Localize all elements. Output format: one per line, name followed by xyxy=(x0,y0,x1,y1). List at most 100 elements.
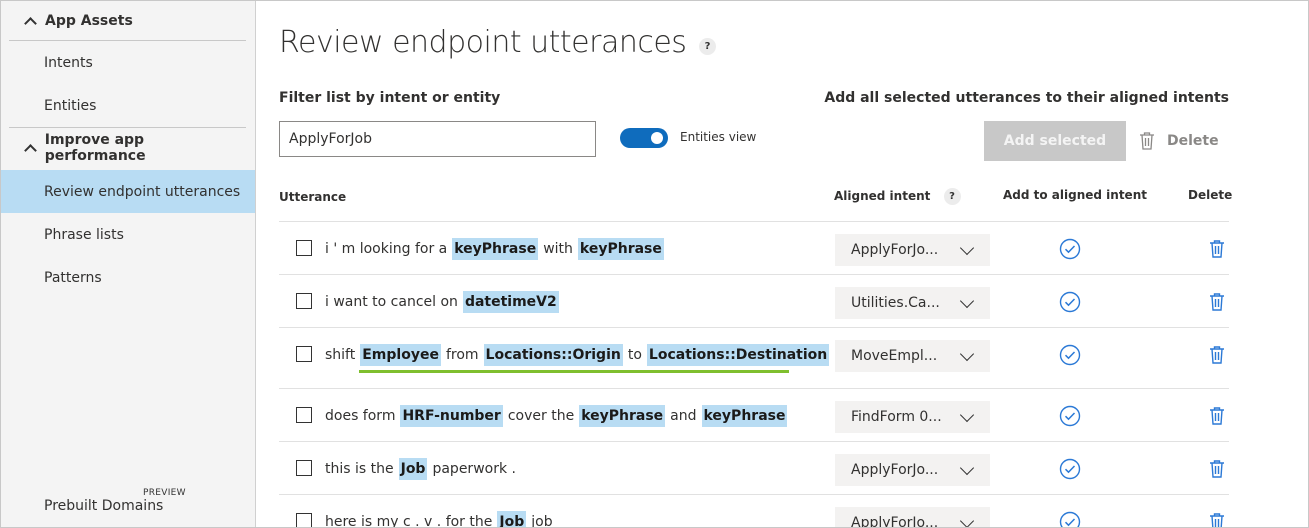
add-to-aligned-intent-check-icon[interactable] xyxy=(1059,344,1081,366)
chevron-down-icon xyxy=(959,346,975,362)
utterance-word: this is the xyxy=(325,461,394,477)
sidebar-item-label: Entities xyxy=(44,97,97,114)
chevron-up-icon xyxy=(23,141,37,155)
filter-input[interactable] xyxy=(279,121,596,157)
utterance-word: from xyxy=(445,347,479,363)
column-header-utterance: Utterance xyxy=(279,190,347,204)
row-checkbox[interactable] xyxy=(296,513,312,527)
aligned-intent-value: Utilities.Ca... xyxy=(851,295,940,311)
sidebar-group-label: App Assets xyxy=(45,13,133,29)
aligned-intent-dropdown[interactable]: FindForm 0... xyxy=(835,401,990,433)
add-to-aligned-intent-check-icon[interactable] xyxy=(1059,291,1081,313)
aligned-intent-dropdown[interactable]: ApplyForJo... xyxy=(835,454,990,486)
utterance-word: and xyxy=(670,408,697,424)
sidebar-group-improve-performance[interactable]: Improve app performance xyxy=(9,128,246,168)
entity-chip[interactable]: Job xyxy=(497,511,527,527)
delete-button[interactable]: Delete xyxy=(1139,131,1219,151)
row-checkbox[interactable] xyxy=(296,293,312,309)
trash-icon[interactable] xyxy=(1209,345,1225,365)
sidebar-item-entities[interactable]: Entities xyxy=(1,84,255,127)
sidebar-item-label: Prebuilt Domains xyxy=(44,497,164,514)
entity-chip[interactable]: keyPhrase xyxy=(577,238,664,260)
table-row: does form HRF-number cover the keyPhrase and… xyxy=(279,388,1229,441)
aligned-intent-value: ApplyForJo... xyxy=(851,242,939,258)
sidebar-item-label: Phrase lists xyxy=(44,226,124,243)
entity-chip[interactable]: Job xyxy=(398,458,428,480)
sidebar-item-label: Patterns xyxy=(44,269,102,286)
aligned-intent-value: ApplyForJo... xyxy=(851,462,939,478)
entity-chip[interactable]: Employee xyxy=(360,344,441,366)
utterance-text: does form HRF-number cover the keyPhrase and… xyxy=(325,403,792,429)
table-row: i ' m looking for a keyPhrase with keyPhras… xyxy=(279,221,1229,274)
entity-chip[interactable]: keyPhrase xyxy=(452,238,539,260)
add-all-label: Add all selected utterances to their ali… xyxy=(824,90,1229,106)
table-row: i want to cancel on datetimeV2 Utilities.C… xyxy=(279,274,1229,327)
sidebar-item-phrase-lists[interactable]: Phrase lists xyxy=(1,213,255,256)
sidebar-group-app-assets[interactable]: App Assets xyxy=(9,1,246,41)
aligned-intent-value: MoveEmpl... xyxy=(851,348,938,364)
pattern-underline xyxy=(359,370,789,373)
utterance-word: cover the xyxy=(507,408,575,424)
aligned-intent-dropdown[interactable]: MoveEmpl... xyxy=(835,340,990,372)
utterance-word: to xyxy=(627,347,642,363)
trash-icon[interactable] xyxy=(1209,406,1225,426)
add-to-aligned-intent-check-icon[interactable] xyxy=(1059,238,1081,260)
filter-label: Filter list by intent or entity xyxy=(279,90,501,106)
column-header-label: Aligned intent xyxy=(834,189,931,203)
add-to-aligned-intent-check-icon[interactable] xyxy=(1059,458,1081,480)
entities-view-toggle[interactable] xyxy=(620,128,668,148)
sidebar-item-label: Review endpoint utterances xyxy=(44,183,241,200)
sidebar-item-prebuilt-domains[interactable]: Prebuilt Domains xyxy=(1,484,255,527)
sidebar: App Assets Intents Entities Improve app … xyxy=(1,1,256,527)
help-icon[interactable]: ? xyxy=(943,188,961,205)
utterance-word: i ' m looking for a xyxy=(325,241,448,257)
sidebar-group-label: Improve app performance xyxy=(44,132,146,164)
add-selected-button[interactable]: Add selected xyxy=(984,121,1126,161)
column-header-aligned-intent: Aligned intent ? xyxy=(834,188,961,205)
trash-icon[interactable] xyxy=(1209,239,1225,259)
toggle-knob xyxy=(651,132,663,144)
delete-label: Delete xyxy=(1167,133,1219,149)
trash-icon[interactable] xyxy=(1209,459,1225,479)
row-checkbox[interactable] xyxy=(296,407,312,423)
table-row: this is the Job paperwork . ApplyForJo... xyxy=(279,441,1229,494)
entity-chip[interactable]: keyPhrase xyxy=(579,405,666,427)
aligned-intent-value: ApplyForJo... xyxy=(851,515,939,528)
page-title: Review endpoint utterances xyxy=(279,25,687,60)
add-to-aligned-intent-check-icon[interactable] xyxy=(1059,511,1081,528)
chevron-down-icon xyxy=(959,460,975,476)
entity-chip[interactable]: HRF-number xyxy=(400,405,503,427)
sidebar-item-review-endpoint-utterances[interactable]: Review endpoint utterances xyxy=(1,170,255,213)
sidebar-item-patterns[interactable]: Patterns xyxy=(1,256,255,299)
row-checkbox[interactable] xyxy=(296,240,312,256)
chevron-down-icon xyxy=(959,293,975,309)
column-header-add-to-aligned-intent: Add to aligned intent xyxy=(1003,188,1147,202)
trash-icon xyxy=(1140,132,1154,150)
utterance-word: does form xyxy=(325,408,396,424)
chevron-down-icon xyxy=(959,513,975,527)
chevron-down-icon xyxy=(959,407,975,423)
utterance-word: i want to cancel on xyxy=(325,294,458,310)
chevron-down-icon xyxy=(959,240,975,256)
utterance-word: here is my c . v . for the xyxy=(325,514,493,528)
chevron-up-icon xyxy=(23,14,37,28)
row-checkbox[interactable] xyxy=(296,346,312,362)
utterance-text: shift Employee from Locations::Origin to Loca… xyxy=(325,342,834,368)
trash-icon[interactable] xyxy=(1209,292,1225,312)
row-checkbox[interactable] xyxy=(296,460,312,476)
entity-chip[interactable]: keyPhrase xyxy=(701,405,788,427)
utterance-word: paperwork . xyxy=(432,461,516,477)
aligned-intent-dropdown[interactable]: Utilities.Ca... xyxy=(835,287,990,319)
entity-chip[interactable]: datetimeV2 xyxy=(462,291,559,313)
entity-chip[interactable]: Locations::Destination xyxy=(646,344,830,366)
app-frame: App Assets Intents Entities Improve app … xyxy=(0,0,1309,528)
main-content: Review endpoint utterances ? Filter list… xyxy=(257,1,1308,528)
aligned-intent-dropdown[interactable]: ApplyForJo... xyxy=(835,234,990,266)
help-icon[interactable]: ? xyxy=(699,38,716,55)
trash-icon[interactable] xyxy=(1209,512,1225,528)
sidebar-item-intents[interactable]: Intents xyxy=(1,41,255,84)
add-to-aligned-intent-check-icon[interactable] xyxy=(1059,405,1081,427)
aligned-intent-dropdown[interactable]: ApplyForJo... xyxy=(835,507,990,528)
table-row: here is my c . v . for the Job job ApplyFor… xyxy=(279,494,1229,528)
entity-chip[interactable]: Locations::Origin xyxy=(483,344,623,366)
